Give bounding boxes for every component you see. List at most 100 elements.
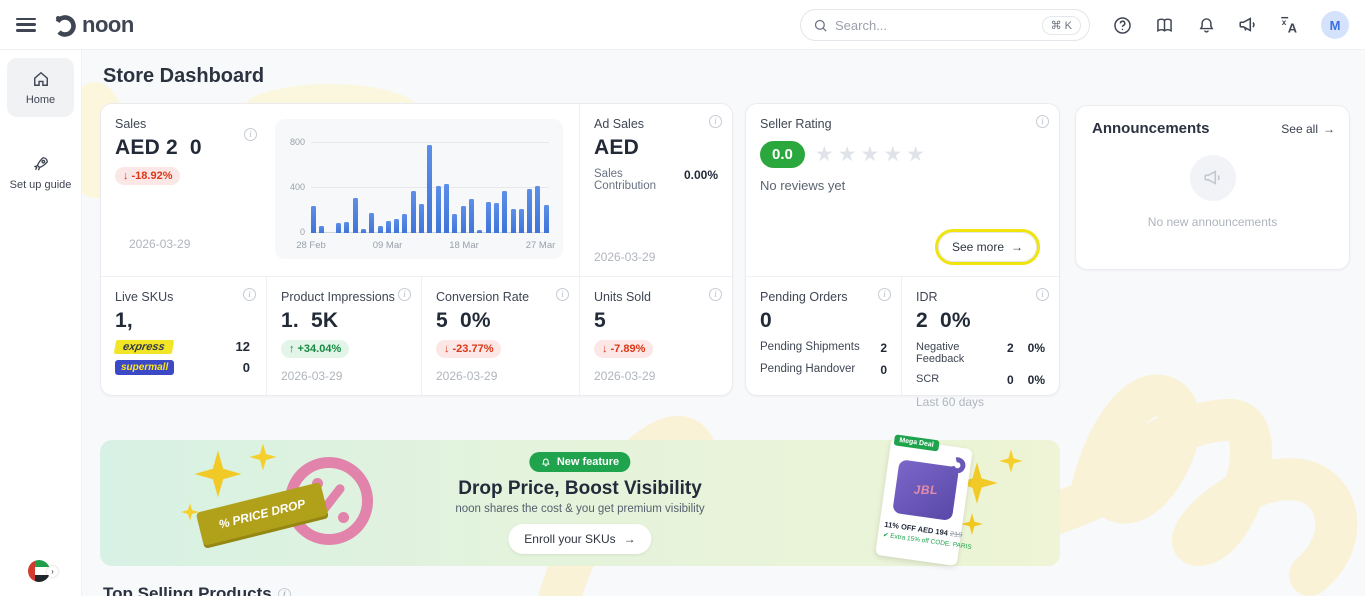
product-impressions-card: Product Impressions 1. 5K ↑+34.04% i 202… [266, 277, 421, 395]
rocket-icon [31, 154, 51, 174]
arrow-right-icon: → [1323, 122, 1335, 136]
noon-logo-icon [52, 12, 78, 38]
pending-orders-info-icon[interactable]: i [878, 288, 891, 301]
idr-footnote: Last 60 days [916, 395, 1045, 409]
conversion-rate-info-icon[interactable]: i [556, 288, 569, 301]
sales-chart-bars [311, 143, 549, 233]
ad-sales-value: AED [594, 136, 718, 160]
product-impressions-value: 1. 5K [281, 309, 407, 333]
units-sold-value: 5 [594, 309, 718, 333]
seller-rating-title: Seller Rating [760, 117, 1045, 131]
user-avatar[interactable]: M [1321, 11, 1349, 39]
pending-handover-row: Pending Handover0 [760, 363, 887, 377]
announcements-megaphone-icon[interactable] [1237, 14, 1259, 36]
seller-rating-info-icon[interactable]: i [1036, 115, 1049, 128]
idr-title: IDR [916, 290, 1045, 304]
express-count: 12 [236, 339, 250, 354]
new-feature-badge: New feature [530, 452, 630, 472]
svg-text:x: x [1282, 18, 1287, 27]
sales-card: Sales AED 2 0 ↓-18.92% i 2026-03-29 8004… [101, 104, 579, 276]
sidebar-item-home[interactable]: Home [7, 58, 74, 117]
see-more-button[interactable]: See more→ [938, 232, 1037, 262]
sparkle-star-icon [998, 448, 1024, 474]
arrow-down-icon: ↓ [602, 343, 608, 355]
stats-card-left: Sales AED 2 0 ↓-18.92% i 2026-03-29 8004… [100, 103, 733, 396]
sidebar: Home Set up guide › [0, 50, 82, 596]
supermall-badge: supermall [115, 360, 174, 375]
notifications-bell-icon[interactable] [1195, 14, 1217, 36]
top-selling-info-icon[interactable]: i [278, 588, 291, 596]
enroll-skus-button[interactable]: Enroll your SKUs→ [508, 524, 651, 554]
idr-info-icon[interactable]: i [1036, 288, 1049, 301]
mega-deal-badge: Mega Deal [894, 434, 940, 451]
no-reviews-text: No reviews yet [760, 178, 1045, 193]
pending-orders-card: Pending Orders 0 Pending Shipments2 Pend… [746, 277, 901, 395]
bell-icon [541, 457, 552, 468]
top-selling-products-title: Top Selling Products i [103, 584, 291, 596]
seller-rating-card: Seller Rating 0.0 ★★★★★ No reviews yet i… [746, 104, 1059, 276]
page-title: Store Dashboard [103, 65, 264, 88]
live-skus-value: 1, [115, 309, 252, 333]
sparkle-star-icon [192, 448, 244, 500]
ad-sales-title: Ad Sales [594, 117, 718, 131]
see-all-link[interactable]: See all→ [1281, 122, 1335, 136]
deal-old-price: 219 [949, 529, 963, 540]
sales-date: 2026-03-29 [129, 237, 190, 251]
product-impressions-info-icon[interactable]: i [398, 288, 411, 301]
svg-text:A: A [1288, 20, 1297, 35]
arrow-up-icon: ↑ [289, 343, 295, 355]
pending-orders-value: 0 [760, 309, 887, 333]
announcements-title: Announcements [1092, 120, 1210, 137]
megaphone-empty-icon [1190, 155, 1236, 201]
help-icon[interactable] [1111, 14, 1133, 36]
supermall-count: 0 [243, 360, 250, 375]
announcements-panel: Announcements See all→ No new announceme… [1075, 105, 1350, 270]
sidebar-setup-guide-label: Set up guide [10, 179, 72, 191]
noon-logo[interactable]: noon [52, 12, 134, 38]
search-shortcut-badge: ⌘ K [1042, 16, 1081, 35]
sparkle-star-icon [248, 442, 278, 472]
rating-score-pill: 0.0 [760, 141, 805, 168]
units-sold-info-icon[interactable]: i [709, 288, 722, 301]
promo-banner[interactable]: % PRICE DROP New feature Drop Price, Boo… [100, 440, 1060, 566]
sidebar-item-setup-guide[interactable]: Set up guide [7, 143, 74, 202]
ad-sales-info-icon[interactable]: i [709, 115, 722, 128]
jbl-speaker-image: JBL [892, 459, 959, 521]
language-translate-icon[interactable]: x A [1279, 14, 1301, 36]
scr-row: SCR00% [916, 373, 1045, 387]
search-bar[interactable]: ⌘ K [800, 9, 1090, 41]
arrow-right-icon: → [1011, 240, 1023, 254]
conversion-rate-date: 2026-03-29 [436, 369, 497, 383]
idr-card: IDR 2 0% Negative Feedback20% SCR00% Las… [901, 277, 1059, 395]
price-drop-illustration: % PRICE DROP [140, 440, 400, 566]
hamburger-menu-icon[interactable] [16, 18, 36, 32]
topbar: noon ⌘ K [0, 0, 1365, 50]
country-switcher[interactable]: › [28, 560, 54, 582]
live-skus-info-icon[interactable]: i [243, 288, 256, 301]
units-sold-card: Units Sold 5 ↓-7.89% i 2026-03-29 [579, 277, 732, 395]
topbar-icons: x A M [1111, 0, 1349, 50]
sales-info-icon[interactable]: i [244, 128, 257, 141]
units-sold-delta-badge: ↓-7.89% [594, 340, 653, 358]
pending-orders-title: Pending Orders [760, 290, 887, 304]
arrow-down-icon: ↓ [123, 170, 129, 182]
noon-logo-text: noon [82, 12, 134, 38]
conversion-rate-value: 5 0% [436, 309, 565, 333]
banner-title: Drop Price, Boost Visibility [458, 478, 702, 500]
idr-value: 2 0% [916, 309, 1045, 333]
product-impressions-date: 2026-03-29 [281, 369, 342, 383]
live-skus-card: Live SKUs 1, express12 supermall0 i [101, 277, 266, 395]
search-input[interactable] [835, 18, 1042, 33]
ad-sales-card: Ad Sales AED Sales Contribution0.00% i 2… [579, 104, 732, 276]
deal-product-card: Mega Deal JBL 11% OFF AED 194 219 ✔ Extr… [875, 438, 973, 566]
units-sold-title: Units Sold [594, 290, 718, 304]
announcements-empty-text: No new announcements [1148, 215, 1277, 229]
conversion-rate-delta-badge: ↓-23.77% [436, 340, 501, 358]
sales-contribution-value: 0.00% [684, 168, 718, 192]
banner-subtitle: noon shares the cost & you get premium v… [455, 503, 704, 515]
units-sold-date: 2026-03-29 [594, 369, 655, 383]
check-icon: ✔ [883, 532, 889, 540]
learn-book-icon[interactable] [1153, 14, 1175, 36]
pending-shipments-row: Pending Shipments2 [760, 341, 887, 355]
sales-delta-badge: ↓-18.92% [115, 167, 180, 185]
